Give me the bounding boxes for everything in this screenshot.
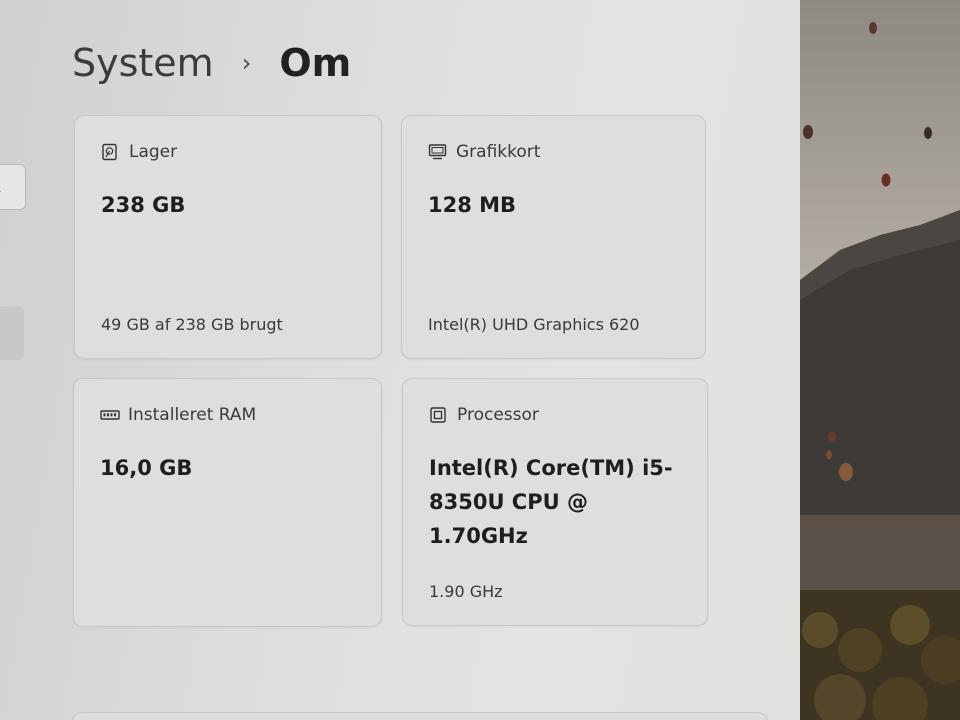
page-title: Om [279,41,352,85]
cpu-icon [429,406,447,424]
ram-card-header: Installeret RAM [100,405,256,425]
nav-item-selected[interactable] [0,306,24,360]
search-icon [0,175,7,201]
graphics-card-header: Grafikkort [428,142,540,162]
ram-title: Installeret RAM [128,405,257,425]
next-card[interactable] [72,712,768,720]
processor-title: Processor [457,405,539,425]
graphics-value: 128 MB [428,193,517,217]
ram-icon [100,406,120,424]
storage-value: 238 GB [101,193,186,217]
graphics-title: Grafikkort [456,142,541,162]
ram-value: 16,0 GB [100,456,193,480]
graphics-card[interactable]: Grafikkort 128 MB Intel(R) UHD Graphics … [401,115,706,359]
storage-detail: 49 GB af 238 GB brugt [101,315,283,334]
settings-window: System › Om Lager 238 GB 49 GB af 238 GB… [0,0,800,720]
monitor-icon [428,143,447,161]
storage-title: Lager [129,142,178,162]
graphics-detail: Intel(R) UHD Graphics 620 [428,315,640,334]
processor-card-header: Processor [429,405,539,425]
processor-value: Intel(R) Core(TM) i5-8350U CPU @ 1.70GHz [429,456,673,548]
storage-icon [101,143,119,161]
wallpaper-landscape [800,22,960,720]
breadcrumb-separator: › [241,49,252,77]
processor-detail: 1.90 GHz [429,582,503,601]
storage-card[interactable]: Lager 238 GB 49 GB af 238 GB brugt [74,115,382,359]
nav-search-button[interactable] [0,164,26,210]
storage-card-header: Lager [101,142,177,162]
breadcrumb-parent-link[interactable]: System [72,41,214,85]
ram-card[interactable]: Installeret RAM 16,0 GB [73,378,382,627]
desktop-wallpaper [800,0,960,720]
processor-card[interactable]: Processor Intel(R) Core(TM) i5-8350U CPU… [402,378,708,626]
breadcrumb: System › Om [72,38,351,88]
